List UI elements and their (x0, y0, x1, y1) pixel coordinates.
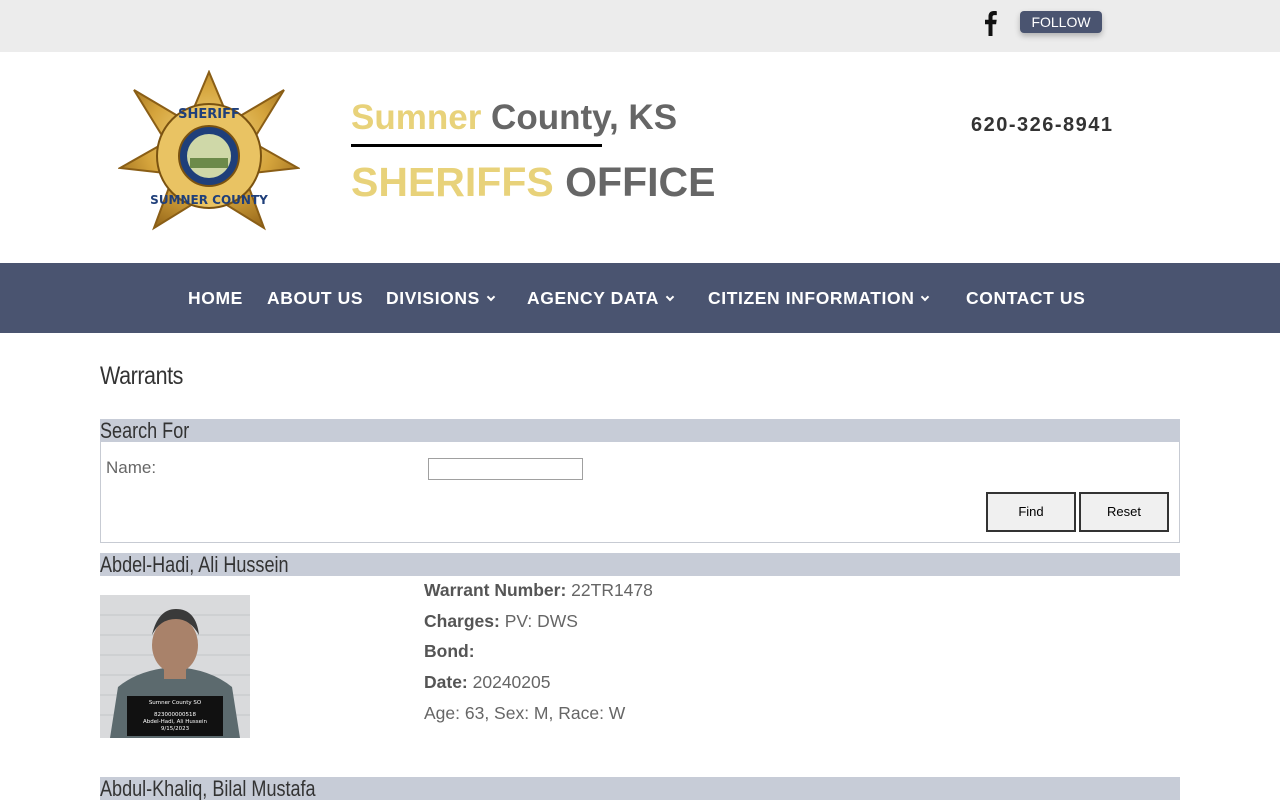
chevron-down-icon (665, 292, 675, 302)
bond-label: Bond: (424, 641, 475, 661)
facebook-icon[interactable] (981, 10, 999, 36)
page-title: Warrants (100, 362, 183, 390)
site-title-county: Sumner County, KS (351, 96, 677, 140)
placard-line-1: Sumner County SO (149, 700, 202, 706)
svg-text:SHERIFF: SHERIFF (178, 107, 240, 122)
search-heading-bar: Search For (100, 419, 1180, 442)
warrant-number-value: 22TR1478 (566, 580, 653, 600)
placard-line-2: 823000000518 (154, 712, 196, 718)
warrant-number-label: Warrant Number: (424, 580, 567, 600)
title-grey-text-2: OFFICE (553, 159, 716, 205)
follow-button[interactable]: FOLLOW (1020, 11, 1102, 33)
search-heading: Search For (100, 418, 190, 443)
nav-item-about-us[interactable]: ABOUT US (267, 287, 363, 309)
nav-item-citizen-information[interactable]: CITIZEN INFORMATION (708, 287, 930, 309)
title-divider (351, 144, 602, 147)
record-name-bar: Abdel-Hadi, Ali Hussein (100, 553, 1180, 576)
main-nav: HOME ABOUT US DIVISIONS AGENCY DATA CITI… (0, 263, 1280, 333)
name-search-input[interactable] (428, 458, 583, 480)
record-name: Abdul-Khaliq, Bilal Mustafa (100, 776, 316, 800)
nav-label: ABOUT US (267, 288, 364, 308)
charges-label: Charges: (424, 611, 500, 631)
warrant-number-field: Warrant Number: 22TR1478 (424, 579, 653, 601)
sheriff-star-badge-icon[interactable]: SHERIFF SUMNER COUNTY (118, 70, 300, 246)
nav-label: DIVISIONS (386, 288, 480, 308)
nav-item-agency-data[interactable]: AGENCY DATA (527, 287, 675, 309)
mugshot-photo[interactable]: Sumner County SO 823000000518 Abdel-Hadi… (100, 595, 250, 738)
nav-label: AGENCY DATA (527, 288, 660, 308)
svg-text:SUMNER COUNTY: SUMNER COUNTY (150, 193, 268, 207)
charges-field: Charges: PV: DWS (424, 610, 578, 632)
chevron-down-icon (921, 292, 930, 302)
site-header: SHERIFF SUMNER COUNTY Sumner County, KS … (0, 52, 1280, 263)
find-button[interactable]: Find (986, 492, 1076, 532)
title-gold-text-2: SHERIFFS (351, 159, 554, 205)
nav-item-contact-us[interactable]: CONTACT US (966, 287, 1085, 309)
bond-field: Bond: (424, 640, 475, 662)
nav-item-divisions[interactable]: DIVISIONS (386, 287, 496, 309)
placard-line-3: Abdel-Hadi, Ali Hussein (143, 719, 207, 725)
date-value: 20240205 (467, 672, 551, 692)
nav-label: CITIZEN INFORMATION (708, 288, 915, 308)
title-gold-text: Sumner (351, 98, 482, 137)
reset-button[interactable]: Reset (1079, 492, 1169, 532)
record-name: Abdel-Hadi, Ali Hussein (100, 552, 289, 577)
date-label: Date: (424, 672, 468, 692)
chevron-down-icon (486, 292, 496, 302)
date-field: Date: 20240205 (424, 671, 551, 693)
demographics-field: Age: 63, Sex: M, Race: W (424, 703, 626, 723)
nav-label: CONTACT US (966, 288, 1086, 308)
record-name-bar: Abdul-Khaliq, Bilal Mustafa (100, 777, 1180, 800)
phone-number[interactable]: 620-326-8941 (971, 114, 1114, 137)
site-title-office: SHERIFFS OFFICE (351, 156, 715, 208)
title-grey-text: County, KS (481, 98, 678, 137)
charges-value: PV: DWS (499, 611, 578, 631)
name-label: Name: (106, 458, 157, 477)
nav-label: HOME (188, 288, 243, 308)
top-bar: FOLLOW (0, 0, 1280, 52)
nav-item-home[interactable]: HOME (188, 287, 243, 309)
placard-line-4: 9/15/2023 (161, 726, 190, 732)
